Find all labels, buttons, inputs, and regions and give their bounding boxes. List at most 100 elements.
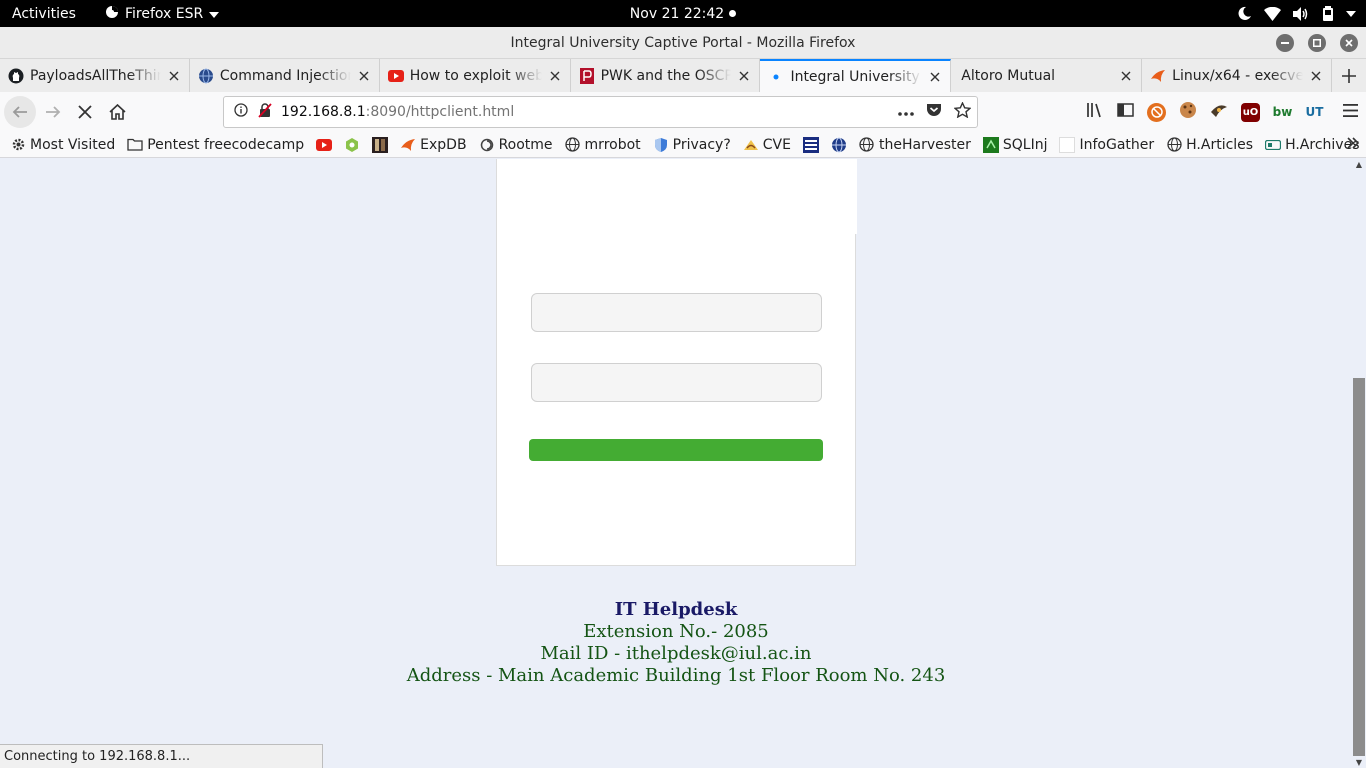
builtwith-icon[interactable]: bw (1273, 102, 1292, 122)
bookmark-rootme[interactable]: Rootme (479, 137, 553, 153)
bookmark-expdb[interactable]: ExpDB (400, 137, 467, 153)
scrollbar-thumb[interactable] (1353, 378, 1365, 756)
close-window-button[interactable] (1340, 34, 1358, 52)
new-tab-button[interactable] (1332, 59, 1366, 92)
tab-payloads[interactable]: PayloadsAllTheThings (0, 59, 190, 92)
page-content: IT Helpdesk Extension No.- 2085 Mail ID … (0, 159, 1352, 768)
tab-youtube[interactable]: How to exploit websites (380, 59, 571, 92)
url-bar[interactable]: 192.168.8.1:8090/httpclient.html (223, 96, 978, 128)
sidebar-icon[interactable] (1117, 103, 1134, 121)
tab-exploitdb[interactable]: Linux/x64 - execve( (1142, 59, 1333, 92)
minimize-button[interactable] (1276, 34, 1294, 52)
forward-arrow-icon (46, 106, 61, 118)
globe-icon (1166, 137, 1182, 153)
url-text[interactable]: 192.168.8.1:8090/httpclient.html (281, 104, 514, 120)
stop-loading-button[interactable] (69, 96, 101, 128)
bookmark-theharvester[interactable]: theHarvester (859, 137, 971, 153)
bookmark-privacy[interactable]: Privacy? (653, 137, 731, 153)
clock[interactable]: Nov 21 22:42 (630, 6, 724, 22)
bookmark-blue-globe[interactable] (831, 137, 847, 153)
close-tab-icon[interactable] (548, 69, 562, 83)
page-scrollbar[interactable]: ▲ ▼ (1352, 159, 1366, 768)
tab-command-injection[interactable]: Command Injection (190, 59, 380, 92)
pocket-icon[interactable] (926, 102, 942, 122)
username-input[interactable] (531, 293, 822, 332)
globe-icon (198, 68, 214, 84)
tab-pwk-oscp[interactable]: PWK and the OSCP (571, 59, 761, 92)
bookmark-sqlinj[interactable]: SQLInj (982, 136, 1047, 153)
bookmark-cve[interactable]: CVE (743, 137, 791, 153)
close-tab-icon[interactable] (1119, 69, 1133, 83)
bookmark-h-articles[interactable]: H.Articles (1166, 137, 1253, 153)
bookmark-most-visited[interactable]: Most Visited (10, 137, 115, 153)
bookmark-green[interactable] (344, 137, 360, 153)
blue-square-icon (802, 136, 819, 153)
battery-icon (1322, 6, 1334, 21)
wappalyzer-icon[interactable] (1210, 101, 1228, 123)
back-arrow-icon (12, 106, 27, 118)
ublock-origin-icon[interactable]: uO (1241, 102, 1260, 122)
home-button[interactable] (101, 96, 133, 128)
tab-label: Linux/x64 - execve( (1172, 67, 1304, 84)
volume-icon (1293, 6, 1310, 21)
window-title: Integral University Captive Portal - Moz… (510, 34, 856, 51)
tab-label: How to exploit websites (409, 67, 542, 84)
close-tab-icon[interactable] (737, 69, 751, 83)
page-actions-icon[interactable] (898, 104, 914, 120)
close-tab-icon[interactable] (1309, 69, 1323, 83)
bookmark-label: theHarvester (878, 136, 971, 153)
exploitdb-icon (400, 137, 416, 153)
hamburger-menu-icon[interactable] (1343, 103, 1358, 121)
bookmark-label: Rootme (498, 136, 553, 153)
info-icon[interactable] (234, 103, 248, 121)
bookmark-star-icon[interactable] (953, 101, 972, 122)
bookmark-blue-square[interactable] (802, 136, 819, 153)
youtube-icon (387, 68, 404, 84)
bookmark-infogather[interactable]: InfoGather (1059, 136, 1155, 153)
bookmark-label: mrrobot (584, 136, 641, 153)
bookmark-pentest-folder[interactable]: Pentest freecodecamp (127, 137, 304, 153)
home-icon (108, 104, 126, 120)
close-tab-icon[interactable] (167, 69, 181, 83)
window-title-bar[interactable]: Integral University Captive Portal - Moz… (0, 27, 1366, 59)
tab-integral-university[interactable]: Integral University Captive Portal (760, 59, 952, 92)
more-bookmarks-chevron-icon[interactable] (1346, 135, 1360, 154)
folder-icon (127, 137, 143, 153)
activities-button[interactable]: Activities (0, 6, 105, 22)
rootme-icon (479, 137, 495, 153)
insecure-lock-icon[interactable] (258, 102, 272, 122)
app-menu[interactable]: Firefox ESR (105, 5, 220, 23)
tab-altoro-mutual[interactable]: Altoro Mutual (951, 59, 1143, 92)
gear-icon (10, 137, 26, 153)
system-tray[interactable] (1237, 0, 1356, 27)
globe-icon (565, 137, 581, 153)
bookmark-label: H.Articles (1186, 136, 1254, 153)
green-square-icon (982, 136, 999, 153)
login-button[interactable] (529, 439, 823, 461)
bookmark-label: InfoGather (1079, 136, 1155, 153)
bookmark-mrrobot[interactable]: mrrobot (565, 137, 641, 153)
close-tab-icon[interactable] (928, 70, 942, 84)
blank-icon (1059, 136, 1076, 153)
library-icon[interactable] (1087, 102, 1104, 122)
bookmark-youtube[interactable] (316, 137, 333, 153)
bookmark-dark[interactable] (372, 136, 389, 153)
blue-globe-icon (831, 137, 847, 153)
no-script-extension-icon[interactable] (1147, 102, 1166, 122)
user-agent-switcher-icon[interactable]: UT (1305, 102, 1324, 122)
forward-button[interactable] (37, 96, 69, 128)
maximize-button[interactable] (1308, 34, 1326, 52)
status-panel: Connecting to 192.168.8.1... (0, 744, 323, 768)
tab-strip: PayloadsAllTheThings Command Injection H… (0, 59, 1366, 92)
night-light-icon (1237, 6, 1252, 21)
close-tab-icon[interactable] (357, 69, 371, 83)
scroll-down-arrow-icon[interactable]: ▼ (1354, 758, 1364, 767)
password-input[interactable] (531, 363, 822, 402)
cookie-editor-icon[interactable] (1179, 101, 1197, 123)
helpdesk-mail: Mail ID - ithelpdesk@iul.ac.in (540, 643, 812, 664)
url-path: :8090/httpclient.html (365, 104, 515, 120)
cve-icon (743, 137, 759, 153)
scroll-up-arrow-icon[interactable]: ▲ (1354, 160, 1364, 169)
close-icon (1345, 39, 1353, 47)
back-button[interactable] (4, 96, 36, 128)
